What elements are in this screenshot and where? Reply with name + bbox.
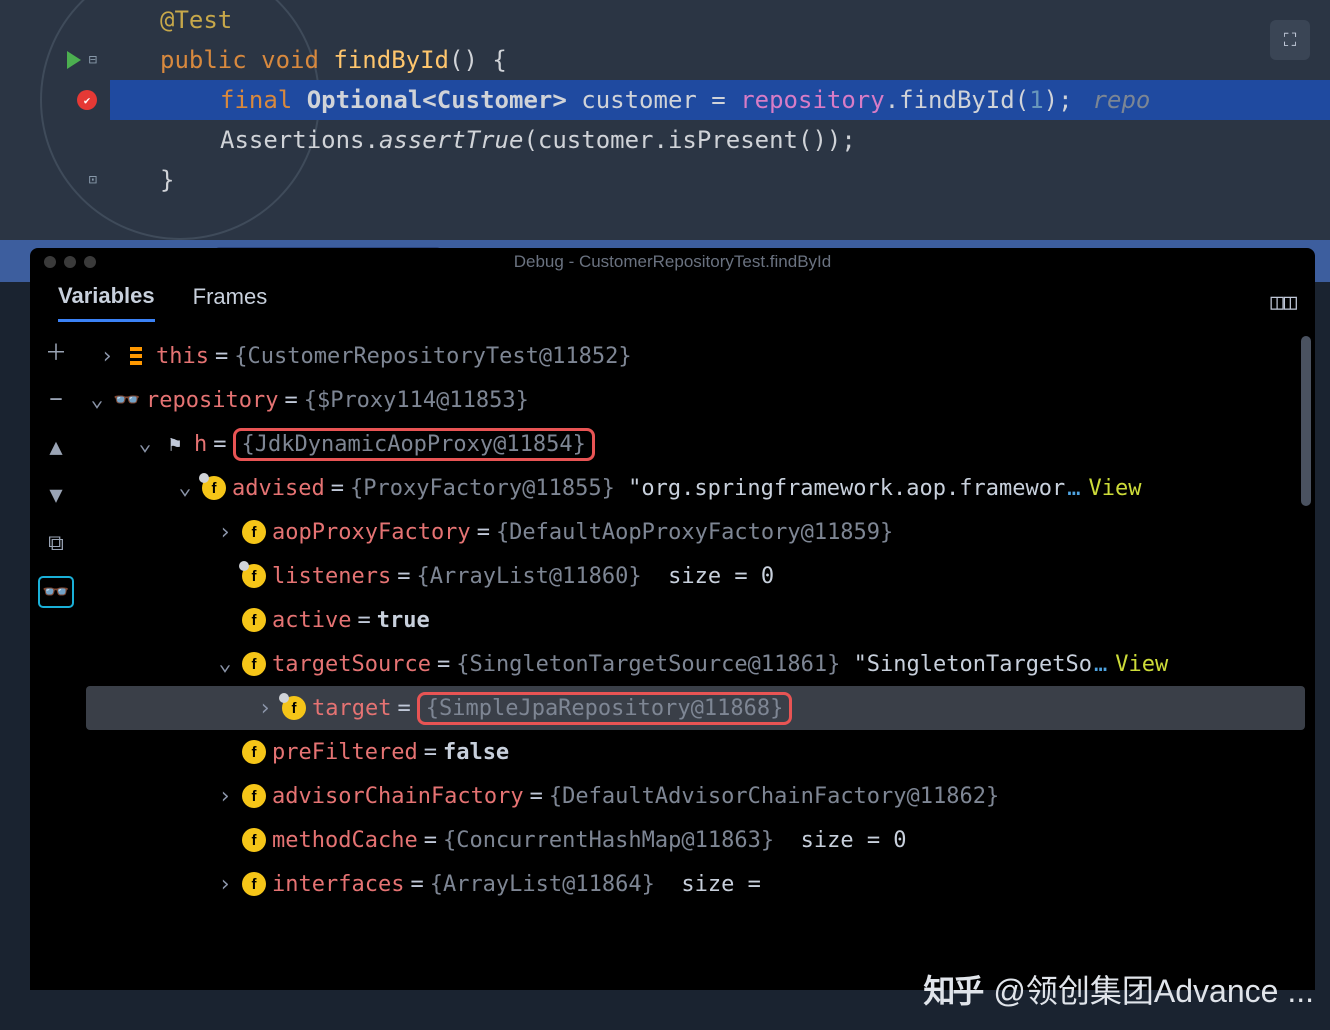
- breakpoint-icon[interactable]: [77, 90, 97, 110]
- tree-row-advisor-chain[interactable]: f advisorChainFactory = {DefaultAdvisorC…: [86, 774, 1305, 818]
- code-content[interactable]: @Test public void findById () { final Op…: [110, 0, 1330, 200]
- field-icon: f: [282, 696, 306, 720]
- highlight-jdk-proxy: {JdkDynamicAopProxy@11854}: [233, 428, 595, 461]
- field-icon: f: [202, 476, 226, 500]
- copy-icon[interactable]: ⧉: [41, 528, 71, 558]
- tree-row-active[interactable]: f active = true: [86, 598, 1305, 642]
- fold-icon[interactable]: ⊟: [89, 52, 97, 68]
- field-icon: f: [242, 872, 266, 896]
- move-up-icon[interactable]: ▲: [41, 432, 71, 462]
- tree-row-h[interactable]: ⚑ h = {JdkDynamicAopProxy@11854}: [86, 422, 1305, 466]
- field-icon: f: [242, 564, 266, 588]
- tree-row-aop-factory[interactable]: f aopProxyFactory = {DefaultAopProxyFact…: [86, 510, 1305, 554]
- tree-row-interfaces[interactable]: f interfaces = {ArrayList@11864} size =: [86, 862, 1305, 906]
- code-annotation: @Test: [160, 6, 232, 34]
- tree-row-repository[interactable]: 👓 repository = {$Proxy114@11853}: [86, 378, 1305, 422]
- debug-sidebar: ＋ − ▲ ▼ ⧉ 👓: [30, 328, 82, 990]
- layout-icon[interactable]: ◫◫: [1271, 290, 1298, 315]
- tree-row-this[interactable]: this = {CustomerRepositoryTest@11852}: [86, 334, 1305, 378]
- watches-icon[interactable]: 👓: [38, 576, 74, 608]
- field-icon: f: [242, 652, 266, 676]
- zhihu-logo: 知乎: [923, 966, 981, 1012]
- move-down-icon[interactable]: ▼: [41, 480, 71, 510]
- add-watch-icon[interactable]: ＋: [41, 336, 71, 366]
- watermark: 知乎 @领创集团Advance ...: [923, 966, 1314, 1012]
- tree-row-prefiltered[interactable]: f preFiltered = false: [86, 730, 1305, 774]
- debug-titlebar: Debug - CustomerRepositoryTest.findById: [30, 248, 1315, 276]
- run-test-icon[interactable]: [67, 51, 81, 69]
- view-link[interactable]: View: [1088, 476, 1141, 501]
- field-icon: f: [242, 608, 266, 632]
- watch-var-icon: 👓: [114, 387, 140, 413]
- debug-title: Debug - CustomerRepositoryTest.findById: [30, 252, 1315, 272]
- tab-variables[interactable]: Variables: [58, 283, 155, 322]
- field-icon: f: [242, 828, 266, 852]
- expand-icon[interactable]: ⛶: [1270, 20, 1310, 60]
- view-link[interactable]: View: [1115, 652, 1168, 677]
- remove-watch-icon[interactable]: −: [41, 384, 71, 414]
- tree-row-target[interactable]: f target = {SimpleJpaRepository@11868}: [86, 686, 1305, 730]
- inline-debug-hint: repo: [1073, 86, 1151, 114]
- debug-tabs: Variables Frames ◫◫: [30, 276, 1315, 328]
- tree-row-method-cache[interactable]: f methodCache = {ConcurrentHashMap@11863…: [86, 818, 1305, 862]
- field-icon: f: [242, 520, 266, 544]
- highlight-target: {SimpleJpaRepository@11868}: [417, 692, 793, 725]
- scrollbar[interactable]: [1301, 336, 1311, 506]
- fold-close-icon[interactable]: ⊡: [89, 172, 97, 188]
- variables-tree[interactable]: this = {CustomerRepositoryTest@11852} 👓 …: [82, 328, 1315, 990]
- watermark-text: @领创集团Advance ...: [993, 966, 1314, 1012]
- tree-row-listeners[interactable]: f listeners = {ArrayList@11860} size = 0: [86, 554, 1305, 598]
- code-editor: ⊟ ⊡ @Test public void findById () { fina…: [0, 0, 1330, 240]
- editor-gutter: ⊟ ⊡: [0, 0, 105, 240]
- stack-icon: [130, 354, 142, 358]
- field-icon: f: [242, 784, 266, 808]
- tree-row-advised[interactable]: f advised = {ProxyFactory@11855} "org.sp…: [86, 466, 1305, 510]
- flag-icon: ⚑: [162, 431, 188, 457]
- field-icon: f: [242, 740, 266, 764]
- tab-frames[interactable]: Frames: [193, 284, 268, 320]
- debug-panel: Debug - CustomerRepositoryTest.findById …: [30, 248, 1315, 990]
- tree-row-target-source[interactable]: f targetSource = {SingletonTargetSource@…: [86, 642, 1305, 686]
